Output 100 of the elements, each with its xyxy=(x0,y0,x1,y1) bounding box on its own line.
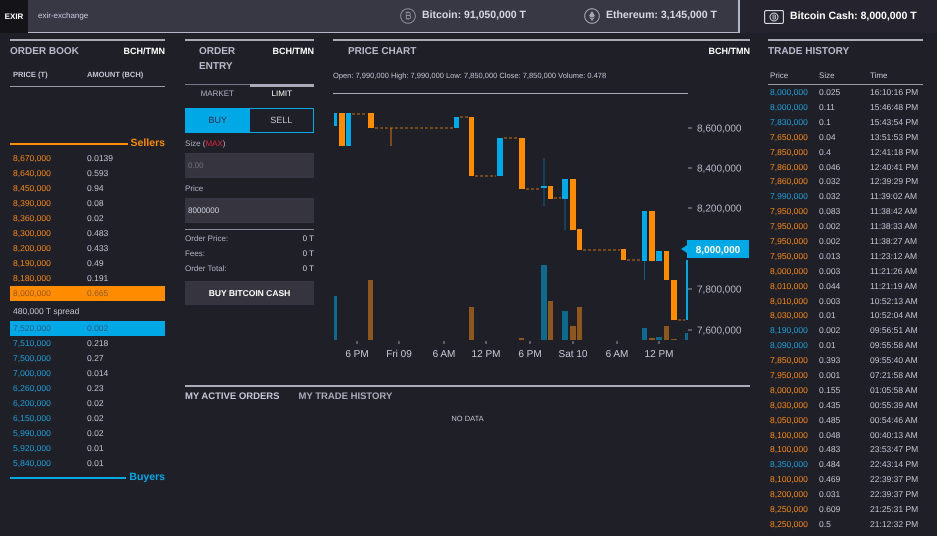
section-title: ORDER BOOK xyxy=(10,45,79,59)
trade-size: 0.5 xyxy=(819,518,832,531)
amount-text: 0.483 xyxy=(87,227,108,240)
axis-label: 12 PM xyxy=(472,349,500,360)
trade-price: 7,850,000 xyxy=(769,146,809,158)
trade-time: 16:10:16 PM xyxy=(870,86,918,99)
axis-label: 6 AM xyxy=(432,349,456,360)
candle xyxy=(497,138,503,176)
price-text: 8,450,000 xyxy=(12,182,52,195)
order-book-row[interactable]: 8,190,000 0.49 xyxy=(10,256,165,271)
trade-price: 7,650,000 xyxy=(769,130,809,144)
amount-text: 0.23 xyxy=(87,382,104,395)
order-type-tab[interactable]: LIMIT xyxy=(250,84,314,101)
amount-text: 0.0139 xyxy=(87,152,113,165)
axis-label: 6 PM xyxy=(518,349,542,360)
side-toggle[interactable]: SELL xyxy=(250,109,313,132)
price-text: 8,670,000 xyxy=(12,152,52,165)
trade-time: 11:38:33 AM xyxy=(870,220,918,233)
order-book-row[interactable]: 6,150,000 0.02 xyxy=(10,411,165,426)
order-book-row[interactable]: 8,360,000 0.02 xyxy=(10,211,165,226)
axis-label: 6 AM xyxy=(606,349,628,360)
pair-label: BCH/TMN xyxy=(708,45,750,58)
order-book-row[interactable]: 8,640,000 0.593 xyxy=(10,166,165,181)
coin-icon xyxy=(400,8,416,24)
summary-value: 0 T xyxy=(302,262,314,274)
price-input[interactable]: 8000000 xyxy=(185,198,314,223)
orders-tab[interactable]: MY TRADE HISTORY xyxy=(298,390,392,404)
spread-text: 480,000 T spread xyxy=(13,304,80,318)
trade-size: 0.003 xyxy=(819,294,842,308)
summary-label: Order Price: xyxy=(185,232,228,244)
price-text: 8,360,000 xyxy=(12,212,52,225)
order-book-row[interactable]: 5,840,000 0.01 xyxy=(10,456,165,471)
order-type-tab[interactable]: MARKET xyxy=(185,84,250,101)
amount-text: 0.02 xyxy=(87,427,104,440)
wick-line xyxy=(390,128,392,146)
candle xyxy=(642,210,647,280)
trade-price: 7,950,000 xyxy=(769,250,809,263)
amount-text: 0.02 xyxy=(87,212,104,225)
order-book-row[interactable]: 7,000,000 0.014 xyxy=(10,366,165,381)
trade-size: 0.11 xyxy=(819,100,836,114)
order-book-row[interactable]: 6,260,000 0.23 xyxy=(10,381,165,396)
trade-time: 11:21:19 AM xyxy=(870,280,918,292)
order-book-row[interactable]: 8,180,000 0.191 xyxy=(10,271,165,286)
section-title: TRADE HISTORY xyxy=(768,45,850,59)
trade-time: 22:43:14 PM xyxy=(870,458,918,472)
trade-price: 8,200,000 xyxy=(769,488,809,501)
side-toggle[interactable]: BUY xyxy=(186,109,250,132)
trade-price: 7,860,000 xyxy=(769,175,809,188)
volume-bar xyxy=(334,296,337,340)
logo[interactable]: EXIR xyxy=(0,0,28,33)
order-book-row[interactable]: 8,200,000 0.433 xyxy=(10,241,165,256)
axis-label: 7,800,000 xyxy=(697,284,742,296)
price-text: 8,640,000 xyxy=(12,167,52,180)
volume-bar xyxy=(664,326,669,340)
volume-bar xyxy=(642,328,647,340)
order-book-row[interactable]: 8,300,000 0.483 xyxy=(10,226,165,241)
price-text: 8,000,000 xyxy=(12,287,52,300)
trade-size: 0.002 xyxy=(819,324,842,338)
price-ticker[interactable]: Ethereum: 3,145,000 T xyxy=(582,0,738,33)
section-title: PRICE CHART xyxy=(347,45,416,59)
axis-label: 8,400,000 xyxy=(697,164,742,174)
candle xyxy=(469,117,474,176)
summary-value: 0 T xyxy=(302,248,314,260)
trade-price: 8,100,000 xyxy=(769,473,809,486)
trade-size: 0.435 xyxy=(819,398,842,412)
trade-time: 13:51:53 PM xyxy=(870,130,918,144)
price-text: 6,200,000 xyxy=(12,397,52,410)
order-book-row[interactable]: 8,450,000 0.94 xyxy=(10,181,165,196)
trade-price: 7,830,000 xyxy=(769,116,809,129)
size-input[interactable]: 0.00 xyxy=(185,153,314,178)
trade-price: 8,250,000 xyxy=(769,503,809,516)
price-ticker[interactable]: Bitcoin Cash: 8,000,000 T xyxy=(738,0,937,33)
column-header: Time xyxy=(870,70,888,82)
candle xyxy=(519,138,525,189)
trade-size: 0.484 xyxy=(819,458,842,472)
trade-time: 00:55:39 AM xyxy=(870,398,918,412)
pair-label: BCH/TMN xyxy=(272,45,314,58)
trade-size: 0.1 xyxy=(819,116,832,129)
trade-price: 8,250,000 xyxy=(769,518,809,531)
trade-time: 11:23:12 AM xyxy=(870,250,918,263)
price-ticker[interactable]: Bitcoin: 91,050,000 T xyxy=(398,0,582,33)
trade-time: 21:25:31 PM xyxy=(870,503,918,516)
orders-tab[interactable]: MY ACTIVE ORDERS xyxy=(185,390,280,404)
sellers-label: Sellers xyxy=(130,136,165,152)
order-book-row[interactable]: 6,200,000 0.02 xyxy=(10,396,165,411)
order-book-row[interactable]: 5,990,000 0.02 xyxy=(10,426,165,441)
order-book-row[interactable]: 8,390,000 0.08 xyxy=(10,196,165,211)
order-book-row[interactable]: 7,500,000 0.27 xyxy=(10,351,165,366)
order-book-row[interactable]: 5,920,000 0.01 xyxy=(10,441,165,456)
volume-bar xyxy=(368,280,373,340)
trade-time: 10:52:13 AM xyxy=(870,294,918,308)
trade-price: 8,050,000 xyxy=(769,414,809,426)
trade-price: 8,190,000 xyxy=(769,324,809,338)
buy-button[interactable]: BUY BITCOIN CASH xyxy=(185,281,314,305)
trade-size: 0.032 xyxy=(819,175,842,188)
order-book-row[interactable]: 7,510,000 0.218 xyxy=(10,336,165,351)
trade-size: 0.483 xyxy=(819,443,842,456)
order-book-row[interactable]: 8,670,000 0.0139 xyxy=(10,151,165,166)
amount-text: 0.02 xyxy=(87,412,104,425)
diamond-coin-icon xyxy=(584,8,600,24)
